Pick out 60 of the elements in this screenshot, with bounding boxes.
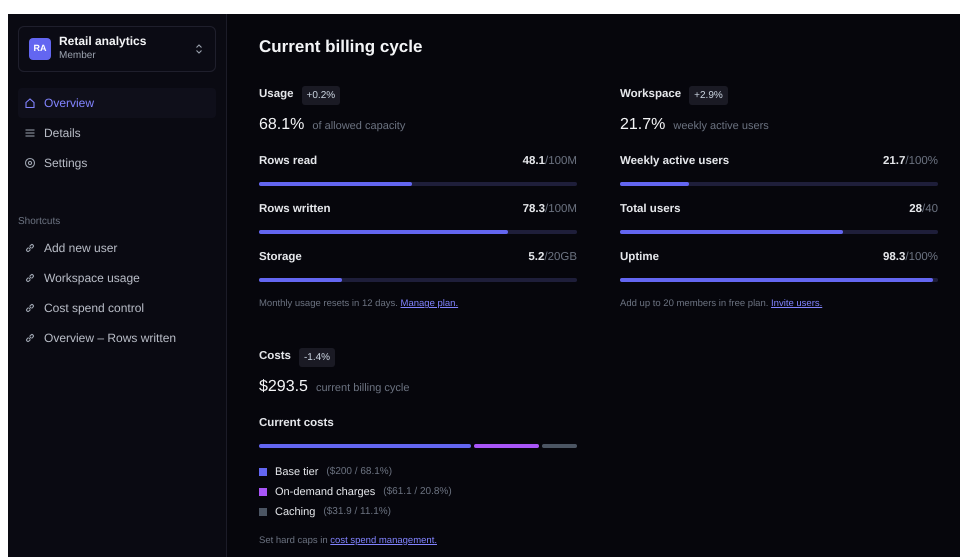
footnote: Add up to 20 members in free plan. Invite users.	[620, 297, 824, 312]
chart-subtitle: Current costs	[259, 416, 335, 430]
section-heading: Shortcuts	[18, 215, 62, 230]
nav-item[interactable]: Details	[18, 118, 216, 148]
link-icon	[24, 302, 36, 314]
metric-reading: 21.7/100%	[883, 154, 938, 168]
metric-label: Storage	[259, 250, 302, 265]
metric-label: Rows written	[259, 202, 331, 217]
change-badge: +2.9%	[689, 86, 728, 104]
metric-reading: 48.1/100M	[522, 154, 577, 168]
metric-reading: 5.2/20GB	[528, 250, 577, 265]
metric-reading: 98.3/100%	[883, 250, 938, 265]
section-title: Workspace	[620, 87, 682, 102]
footnote-link[interactable]: cost spend management.	[330, 534, 437, 546]
metric-label: Weekly active users	[620, 154, 730, 168]
link-icon	[24, 332, 36, 344]
legend-label: On-demand charges	[275, 484, 376, 500]
metric-label: Uptime	[620, 250, 659, 265]
metric-reading: 28/40	[909, 202, 938, 217]
change-badge: -1.4%	[298, 348, 336, 366]
metric-value: 68.1%	[259, 114, 304, 134]
metric-caption: of allowed capacity	[312, 118, 406, 134]
nav-item[interactable]: Settings	[18, 148, 216, 178]
home-icon	[24, 97, 36, 110]
chevron-up-down-icon	[193, 43, 205, 56]
footnote: Set hard caps in cost spend management.	[259, 534, 438, 548]
cost-segment	[474, 444, 540, 448]
legend-detail: ($61.1 / 20.8%)	[383, 485, 452, 500]
link-icon	[24, 242, 36, 254]
section-title: Usage	[259, 87, 294, 102]
footnote-link[interactable]: Invite users.	[771, 298, 822, 310]
cost-segment	[542, 444, 577, 448]
legend-label: Base tier	[275, 464, 318, 480]
metric-reading: 78.3/100M	[522, 202, 577, 217]
shortcut-link[interactable]: Overview – Rows written	[18, 323, 216, 354]
shortcut-link[interactable]: Cost spend control	[18, 293, 216, 324]
workspace-switcher[interactable]: RA Retail analytics Member	[18, 26, 216, 72]
footnote: Monthly usage resets in 12 days. Manage plan.	[259, 297, 460, 312]
shortcut-link[interactable]: Workspace usage	[18, 263, 216, 294]
metric-caption: current billing cycle	[316, 380, 410, 396]
section-title: Costs	[259, 349, 291, 364]
list-icon	[24, 127, 36, 140]
link-icon	[24, 272, 36, 284]
metric-caption: weekly active users	[673, 118, 769, 134]
metric-value: $293.5	[259, 376, 308, 396]
shortcut-link[interactable]: Add new user	[18, 233, 216, 264]
metric-label: Total users	[620, 202, 680, 217]
metric-value: 21.7%	[620, 114, 666, 134]
page-title: Current billing cycle	[259, 36, 424, 58]
metric-label: Rows read	[259, 154, 318, 168]
legend-detail: ($200 / 68.1%)	[326, 465, 392, 480]
workspace-name: Retail analytics	[59, 35, 148, 48]
settings-icon	[24, 157, 36, 170]
legend-detail: ($31.9 / 11.1%)	[323, 505, 391, 520]
workspace-avatar: RA	[29, 38, 51, 60]
footnote-link[interactable]: Manage plan.	[400, 298, 458, 310]
legend-label: Caching	[275, 504, 316, 520]
nav-item[interactable]: Overview	[18, 88, 216, 118]
workspace-role: Member	[59, 49, 97, 64]
change-badge: +0.2%	[302, 86, 340, 104]
